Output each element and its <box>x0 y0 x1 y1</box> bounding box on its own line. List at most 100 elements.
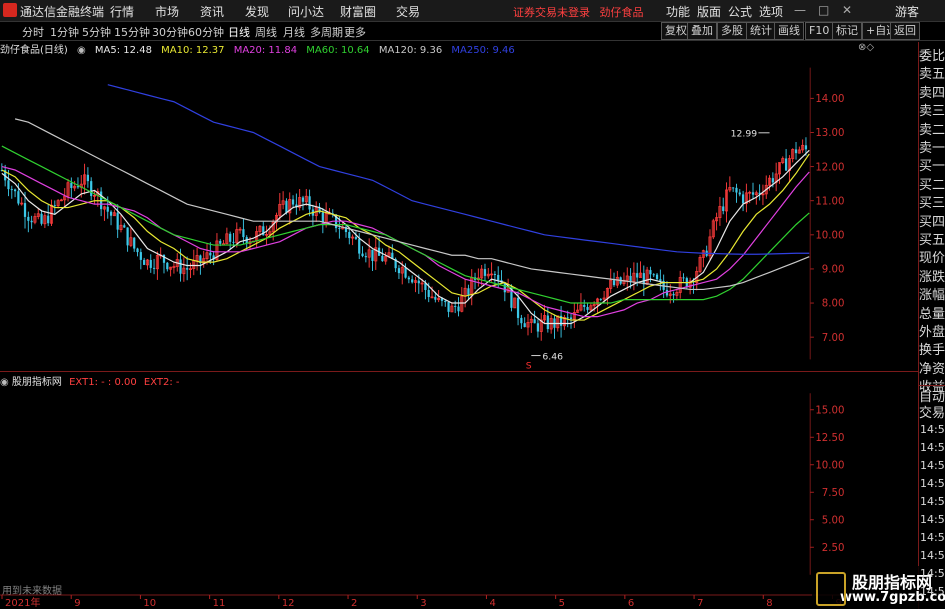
menu-function[interactable]: 功能 <box>666 3 690 20</box>
menu-layout[interactable]: 版面 <box>697 3 721 20</box>
menu-item-wealth-circle[interactable]: 财富圈 <box>340 3 376 20</box>
x-tick-label: 3 <box>420 598 426 609</box>
trade-label[interactable]: 交易 <box>919 402 945 421</box>
quote-label-7: 买二 <box>919 177 945 193</box>
candle-body <box>7 180 10 190</box>
menu-item-assistant[interactable]: 问小达 <box>288 3 324 20</box>
period-tab-7[interactable]: 周线 <box>255 24 277 40</box>
candle-body <box>629 275 632 282</box>
maximize-icon[interactable]: □ <box>818 3 829 17</box>
period-tab-9[interactable]: 多周期 <box>310 24 343 40</box>
candle-body <box>784 158 788 171</box>
toolbar-button-2[interactable]: 多股 <box>717 22 747 40</box>
quote-label-8: 买三 <box>919 196 945 212</box>
app-logo-icon <box>3 3 17 17</box>
candle-body <box>404 267 407 278</box>
period-tab-5[interactable]: 60分钟 <box>188 24 224 40</box>
tick-time-7: 14:56 <box>920 549 945 562</box>
candle-body <box>291 199 295 205</box>
quote-label-15: 外盘 <box>919 325 945 340</box>
menu-item-discover[interactable]: 发现 <box>245 3 269 20</box>
settings-icon[interactable]: ◉ <box>77 45 86 56</box>
candle-body <box>569 317 573 320</box>
period-tab-0[interactable]: 分时 <box>22 24 44 40</box>
x-tick-label: 5 <box>559 598 565 609</box>
candle-body <box>364 256 367 258</box>
x-tick-label: 10 <box>143 598 156 609</box>
quote-label-14: 总量 <box>919 306 945 322</box>
y-tick-label: 12.00 <box>815 162 844 173</box>
ind-y-tick-label: 12.50 <box>815 433 844 444</box>
period-tab-10[interactable]: 更多 <box>344 24 366 40</box>
x-tick-label: 2 <box>351 598 357 609</box>
tick-time-6: 14:56 <box>920 531 945 544</box>
candle-body <box>444 300 447 303</box>
candle-body <box>381 255 384 262</box>
candle-body <box>321 212 324 223</box>
toolbar-button-1[interactable]: 叠加 <box>687 22 717 40</box>
candle-body <box>586 306 589 310</box>
period-tab-2[interactable]: 5分钟 <box>82 24 111 40</box>
toolbar-button-6[interactable]: 标记 <box>832 22 862 40</box>
toolbar-button-4[interactable]: 画线 <box>774 22 804 40</box>
tick-time-8: 14:56 <box>920 567 945 580</box>
candle-body <box>53 205 56 207</box>
candle-body <box>523 323 526 328</box>
x-tick-label: 2021年 <box>5 596 40 609</box>
toolbar-button-8[interactable]: 返回 <box>890 22 920 40</box>
menu-options[interactable]: 选项 <box>759 3 783 20</box>
x-tick-label: 6 <box>628 598 634 609</box>
candle-body <box>434 296 437 300</box>
toolbar-button-5[interactable]: F10 <box>805 22 834 40</box>
y-tick-label: 7.00 <box>822 333 845 344</box>
candle-body <box>209 252 212 256</box>
close-icon[interactable]: ✕ <box>842 3 852 17</box>
candlestick-chart[interactable]: 14.00 13.00 12.00 11.00 10.00 9.00 8.00 7.00 12.… <box>0 56 875 371</box>
candle-body <box>483 269 487 276</box>
candle-body <box>17 191 20 204</box>
menu-formula[interactable]: 公式 <box>728 3 752 20</box>
trade-login-warning[interactable]: 证券交易未登录 劲仔食品 <box>513 4 644 20</box>
candle-body <box>354 237 358 239</box>
candle-body <box>23 203 27 217</box>
menu-item-quotes[interactable]: 行情 <box>110 3 134 20</box>
menu-item-trade[interactable]: 交易 <box>396 3 420 20</box>
quote-label-13: 涨幅 <box>919 288 945 304</box>
candle-body <box>149 259 152 268</box>
minimize-icon[interactable]: — <box>794 3 806 17</box>
ma-line-ma60 <box>1 145 810 304</box>
quote-label-6: 买一 <box>919 159 945 175</box>
menu-item-market[interactable]: 市场 <box>155 3 179 20</box>
guest-user[interactable]: 游客 <box>895 3 919 20</box>
chart-title: 劲仔食品(日线) <box>0 45 68 56</box>
candle-body <box>536 323 540 332</box>
x-tick-label: 9 <box>74 598 80 609</box>
candle-body <box>566 317 569 319</box>
period-tab-3[interactable]: 15分钟 <box>114 24 150 40</box>
y-tick-label: 11.00 <box>815 196 844 207</box>
quote-label-1: 卖五 <box>919 67 945 83</box>
candle-body <box>738 192 741 195</box>
candle-body <box>771 178 774 183</box>
tick-time-4: 14:56 <box>920 495 945 508</box>
toolbar-button-3[interactable]: 统计 <box>746 22 776 40</box>
period-tab-1[interactable]: 1分钟 <box>50 24 79 40</box>
period-tab-6[interactable]: 日线 <box>228 24 250 40</box>
period-tab-4[interactable]: 30分钟 <box>152 24 188 40</box>
ma-line-ma120 <box>14 118 810 291</box>
candle-body <box>186 268 189 270</box>
menu-item-news[interactable]: 资讯 <box>200 3 224 20</box>
candle-body <box>90 181 93 197</box>
candle-body <box>467 288 470 295</box>
y-tick-label: 10.00 <box>815 231 844 242</box>
tick-time-9: 14:56 <box>920 585 945 598</box>
warning-text: 证券交易未登录 <box>513 6 590 19</box>
period-tab-8[interactable]: 月线 <box>283 24 305 40</box>
candle-body <box>649 270 652 275</box>
tick-time-0: 14:56 <box>920 423 945 436</box>
indicator-chart[interactable]: 15.00 12.50 10.00 7.50 5.00 2.50 <box>0 386 875 582</box>
legend-ma5: MA5: 12.48 <box>94 45 152 56</box>
panel-controls-icon[interactable]: ⊗◇ <box>858 42 874 53</box>
menu-bar: 通达信金融终端 行情 市场 资讯 发现 问小达 财富圈 交易 证券交易未登录 劲… <box>0 0 945 22</box>
candle-body <box>308 196 311 210</box>
